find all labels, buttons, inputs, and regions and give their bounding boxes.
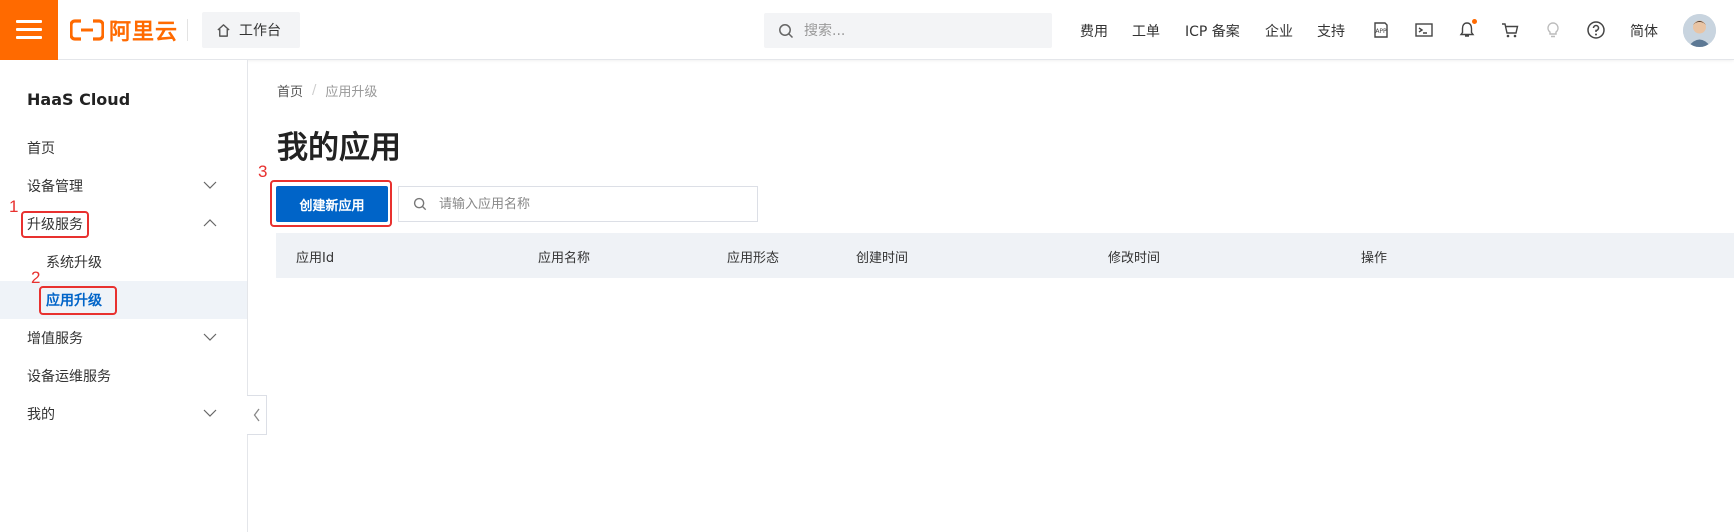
chevron-down-icon — [203, 409, 217, 417]
sidebar-item-label: 首页 — [27, 141, 55, 157]
language-switch[interactable]: 简体 — [1630, 21, 1658, 41]
aliyun-logo-icon — [70, 19, 104, 41]
column-header-modified-time: 修改时间 — [1108, 251, 1161, 266]
global-search-input[interactable] — [804, 22, 1024, 39]
chevron-up-icon — [203, 219, 217, 227]
sidebar-item-label: 设备管理 — [27, 179, 83, 195]
breadcrumb: 首页 / 应用升级 — [277, 81, 377, 100]
chevron-down-icon — [203, 181, 217, 189]
sidebar-item-label: 设备运维服务 — [27, 369, 111, 385]
nav-link-billing[interactable]: 费用 — [1080, 21, 1108, 41]
search-icon — [779, 23, 794, 38]
bell-icon[interactable] — [1456, 19, 1478, 41]
sidebar-item-mine[interactable]: 我的 — [0, 395, 247, 433]
create-app-button[interactable]: 创建新应用 — [276, 186, 388, 222]
top-navigation-bar: 阿里云 工作台 费用 工单 ICP 备案 企业 支持 APP — [0, 0, 1734, 60]
column-header-app-id: 应用Id — [296, 251, 335, 266]
chevron-left-icon — [253, 408, 260, 422]
sidebar-item-label: 我的 — [27, 407, 55, 423]
sidebar-item-value-added-service[interactable]: 增值服务 — [0, 319, 247, 357]
workbench-label: 工作台 — [239, 23, 281, 39]
home-icon — [217, 23, 230, 37]
annotation-number: 2 — [31, 268, 41, 287]
divider — [187, 19, 188, 41]
nav-link-enterprise[interactable]: 企业 — [1265, 21, 1293, 41]
sidebar-item-device-ops-service[interactable]: 设备运维服务 — [0, 357, 247, 395]
app-search-input[interactable] — [439, 196, 739, 212]
nav-link-support[interactable]: 支持 — [1317, 21, 1345, 41]
sidebar-item-device-management[interactable]: 设备管理 — [0, 167, 247, 205]
app-icon[interactable]: APP — [1370, 19, 1392, 41]
nav-link-ticket[interactable]: 工单 — [1132, 21, 1160, 41]
global-search[interactable] — [764, 13, 1052, 48]
page-title: 我的应用 — [277, 130, 401, 166]
column-header-actions: 操作 — [1361, 251, 1388, 266]
sidebar-item-home[interactable]: 首页 — [0, 129, 247, 167]
logo-text: 阿里云 — [109, 20, 179, 45]
terminal-icon[interactable] — [1413, 19, 1435, 41]
workbench-button[interactable]: 工作台 — [202, 12, 300, 48]
menu-line — [16, 36, 42, 39]
help-icon[interactable] — [1585, 19, 1607, 41]
cart-icon[interactable] — [1499, 19, 1521, 41]
annotation-number: 1 — [9, 197, 19, 216]
notification-dot — [1472, 19, 1477, 24]
breadcrumb-current: 应用升级 — [325, 85, 378, 100]
breadcrumb-separator: / — [312, 83, 317, 98]
column-header-created-time: 创建时间 — [856, 251, 909, 266]
sidebar-item-label: 增值服务 — [27, 331, 83, 347]
avatar[interactable] — [1683, 14, 1716, 47]
hamburger-menu-button[interactable] — [0, 0, 58, 60]
app-search[interactable] — [398, 186, 758, 222]
sidebar: HaaS Cloud 首页 设备管理 升级服务 系统升级 应用升级 增值服务 设… — [0, 60, 248, 532]
annotation-box — [39, 286, 117, 315]
annotation-box — [21, 211, 89, 238]
aliyun-logo[interactable]: 阿里云 — [70, 16, 179, 45]
nav-link-icp[interactable]: ICP 备案 — [1185, 21, 1240, 41]
product-title: HaaS Cloud — [27, 90, 131, 109]
breadcrumb-home[interactable]: 首页 — [277, 81, 303, 100]
lightbulb-icon[interactable] — [1542, 19, 1564, 41]
sidebar-collapse-button[interactable] — [247, 395, 267, 435]
sidebar-item-label: 系统升级 — [46, 255, 102, 271]
user-avatar-icon — [1683, 14, 1716, 47]
annotation-number: 3 — [258, 162, 268, 181]
menu-line — [16, 28, 42, 31]
column-header-app-form: 应用形态 — [727, 251, 780, 266]
chevron-down-icon — [203, 333, 217, 341]
column-header-app-name: 应用名称 — [538, 251, 591, 266]
search-icon — [413, 197, 427, 211]
svg-text:APP: APP — [1375, 28, 1387, 35]
table-header: 应用Id 应用名称 应用形态 创建时间 修改时间 操作 — [276, 233, 1734, 278]
menu-line — [16, 20, 42, 23]
